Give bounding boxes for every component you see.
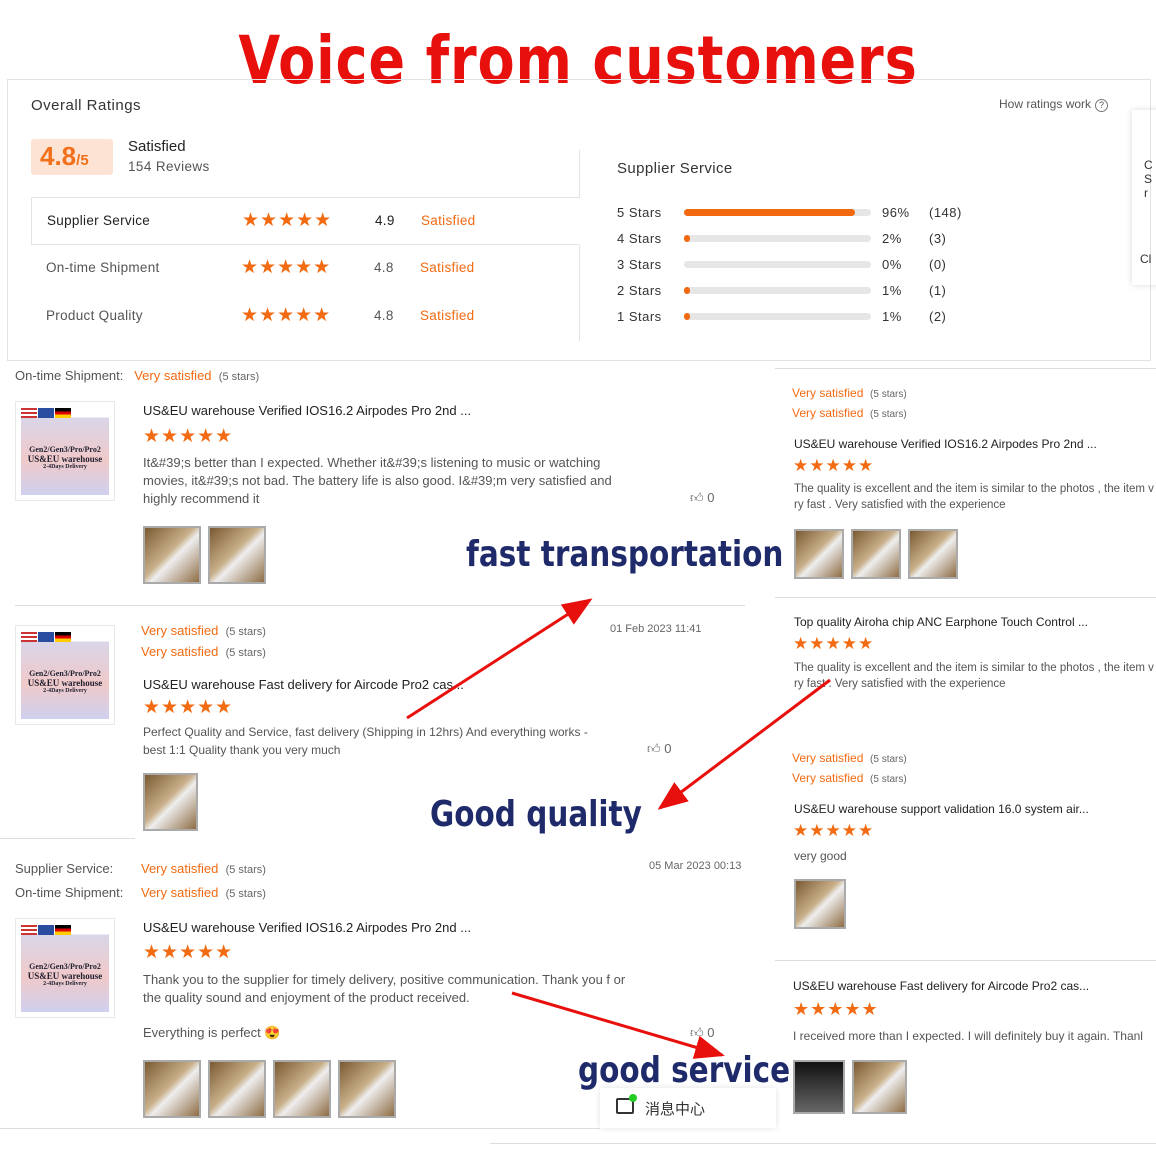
message-center-button[interactable]: 消息中心	[600, 1088, 776, 1128]
arrow	[406, 598, 593, 720]
chat-icon	[616, 1094, 637, 1114]
annotation-good-service: good service	[578, 1050, 791, 1091]
arrow	[657, 678, 831, 810]
annotation-good-quality: Good quality	[430, 794, 642, 835]
arrow	[511, 991, 725, 1059]
annotation-arrows	[406, 598, 831, 1059]
message-center-label: 消息中心	[645, 1101, 706, 1118]
annotation-fast-transportation: fast transportation	[466, 534, 784, 575]
